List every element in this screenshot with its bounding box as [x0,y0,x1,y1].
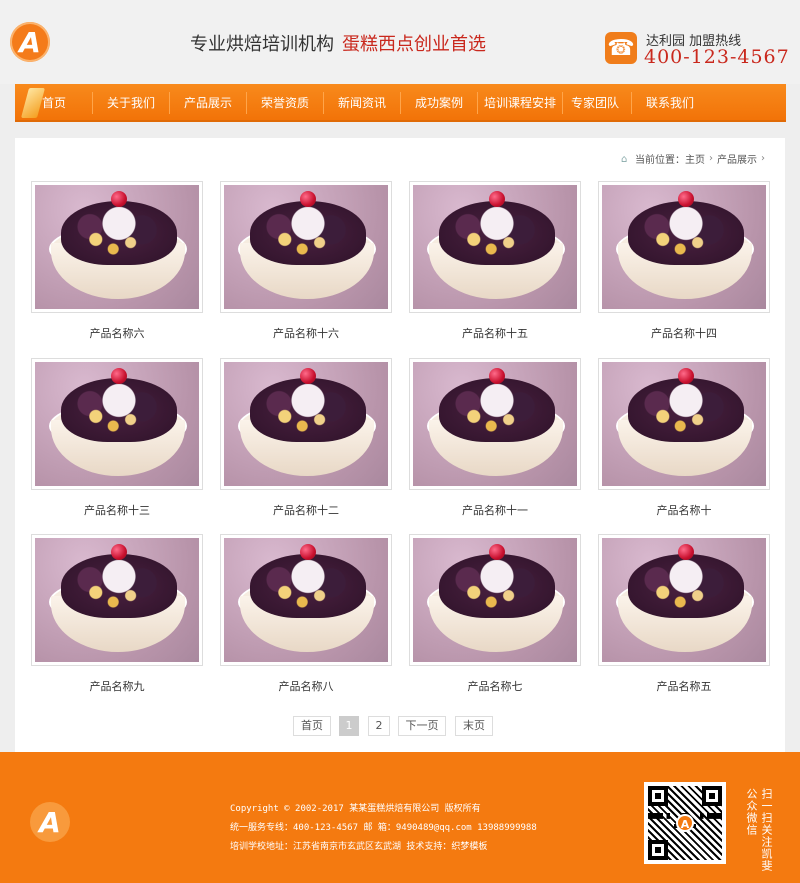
page-2-button[interactable]: 2 [368,716,390,736]
product-image[interactable] [598,358,770,490]
product-name[interactable]: 产品名称十六 [220,325,392,341]
nav-item-honors[interactable]: 荣誉资质 [247,84,323,122]
breadcrumb-prefix: 当前位置： [635,155,685,166]
product-image[interactable] [598,534,770,666]
page-1-button[interactable]: 1 [339,716,359,736]
main-content: ⌂ 当前位置： 主页 › 产品展示 › 产品名称六 产品名称十六 产品名称十五 … [15,138,785,752]
product-card[interactable]: 产品名称十四 [598,181,770,341]
chevron-right-icon: › [761,153,765,164]
site-logo[interactable]: A [10,22,50,62]
product-name[interactable]: 产品名称十 [598,502,770,518]
slogan-accent: 蛋糕西点创业首选 [342,34,486,55]
nav-item-home[interactable]: 首页 [23,84,85,122]
product-card[interactable]: 产品名称十三 [31,358,203,518]
last-page-button[interactable]: 末页 [455,716,493,736]
nav-item-experts[interactable]: 专家团队 [563,84,627,122]
product-card[interactable]: 产品名称十五 [409,181,581,341]
product-card[interactable]: 产品名称九 [31,534,203,694]
first-page-button[interactable]: 首页 [293,716,331,736]
qr-code: A [644,782,726,864]
product-card[interactable]: 产品名称十一 [409,358,581,518]
footer-copyright: Copyright © 2002-2017 某某蛋糕烘焙有限公司 版权所有 [230,804,481,814]
site-footer: A Copyright © 2002-2017 某某蛋糕烘焙有限公司 版权所有 … [0,752,800,883]
phone-icon: ☎ [605,32,637,64]
product-image[interactable] [220,181,392,313]
next-page-button[interactable]: 下一页 [398,716,446,736]
product-card[interactable]: 产品名称六 [31,181,203,341]
product-name[interactable]: 产品名称六 [31,325,203,341]
product-card[interactable]: 产品名称八 [220,534,392,694]
site-header: A 专业烘焙培训机构 蛋糕西点创业首选 ☎ 达利园 加盟热线 400-123-45… [0,0,800,84]
header-slogan: 专业烘焙培训机构 蛋糕西点创业首选 [190,30,486,56]
home-icon: ⌂ [621,153,628,165]
product-name[interactable]: 产品名称十二 [220,502,392,518]
slogan-main: 专业烘焙培训机构 [190,34,334,55]
product-name[interactable]: 产品名称八 [220,678,392,694]
product-name[interactable]: 产品名称七 [409,678,581,694]
footer-service-line: 统一服务专线：400-123-4567 邮 箱：9490489@qq.com 1… [230,823,537,833]
product-image[interactable] [220,358,392,490]
product-name[interactable]: 产品名称十一 [409,502,581,518]
nav-item-about[interactable]: 关于我们 [93,84,169,122]
product-name[interactable]: 产品名称十四 [598,325,770,341]
product-image[interactable] [409,358,581,490]
product-image[interactable] [31,534,203,666]
qr-caption: 扫一扫关注凯斐公众微信 [745,788,773,872]
pagination: 首页 1 2 下一页 末页 [15,716,785,736]
product-name[interactable]: 产品名称九 [31,678,203,694]
nav-item-products[interactable]: 产品展示 [170,84,246,122]
footer-info: Copyright © 2002-2017 某某蛋糕烘焙有限公司 版权所有 统一… [230,800,537,857]
hotline-number: 400-123-4567 [644,46,790,68]
nav-item-contact[interactable]: 联系我们 [632,84,708,122]
nav-item-cases[interactable]: 成功案例 [401,84,477,122]
product-card[interactable]: 产品名称十六 [220,181,392,341]
product-name[interactable]: 产品名称五 [598,678,770,694]
product-image[interactable] [220,534,392,666]
nav-item-news[interactable]: 新闻资讯 [324,84,400,122]
footer-address: 培训学校地址：江苏省南京市玄武区玄武湖 技术支持：织梦模板 [230,842,488,852]
product-name[interactable]: 产品名称十五 [409,325,581,341]
product-image[interactable] [598,181,770,313]
product-image[interactable] [409,534,581,666]
product-card[interactable]: 产品名称十 [598,358,770,518]
main-nav: 首页 关于我们 产品展示 荣誉资质 新闻资讯 成功案例 培训课程安排 专家团队 … [15,84,786,122]
breadcrumb-home[interactable]: 主页 [685,151,705,166]
product-image[interactable] [31,181,203,313]
product-image[interactable] [409,181,581,313]
nav-item-courses[interactable]: 培训课程安排 [478,84,562,122]
tech-support-link[interactable]: 织梦模板 [451,842,487,852]
product-image[interactable] [31,358,203,490]
chevron-right-icon: › [709,153,713,164]
product-card[interactable]: 产品名称七 [409,534,581,694]
breadcrumb: ⌂ 当前位置： 主页 › 产品展示 › [621,151,769,166]
product-card[interactable]: 产品名称十二 [220,358,392,518]
product-name[interactable]: 产品名称十三 [31,502,203,518]
breadcrumb-current[interactable]: 产品展示 [717,151,757,166]
product-card[interactable]: 产品名称五 [598,534,770,694]
footer-logo: A [30,802,70,842]
